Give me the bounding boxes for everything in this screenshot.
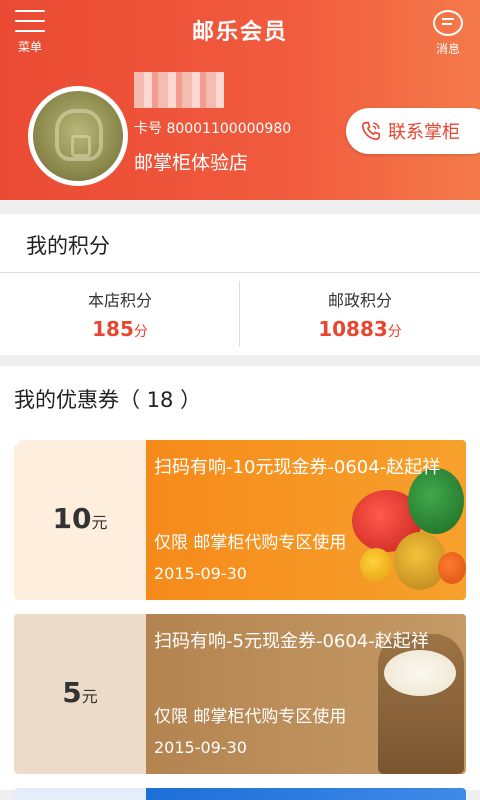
coupon-expiry: 2015-09-30: [154, 564, 247, 583]
contact-owner-button[interactable]: 联系掌柜: [346, 108, 480, 154]
postal-points-unit: 分: [387, 324, 402, 340]
apple-image: [438, 552, 466, 584]
coupon-limit: 仅限 邮掌柜代购专区使用: [154, 707, 347, 727]
coupon-card[interactable]: 10元 扫码有响-10元现金券-0604-赵起祥 仅限 邮掌柜代购专区使用 20…: [14, 440, 466, 600]
avatar[interactable]: [28, 86, 128, 186]
rice-image: [384, 650, 456, 696]
coupon-unit: 元: [81, 687, 98, 706]
shop-name: 邮掌柜体验店: [134, 152, 249, 174]
message-label: 消息: [435, 42, 460, 56]
points-summary: 本店积分 185分 邮政积分 10883分: [0, 273, 480, 355]
store-points-unit: 分: [133, 324, 148, 340]
orange-image: [360, 548, 392, 582]
coupon-card-partial[interactable]: [14, 788, 466, 800]
blurred-member-name: [134, 72, 224, 108]
coupon-amount: 10: [52, 502, 92, 535]
store-points[interactable]: 本店积分 185分: [0, 273, 240, 355]
postal-points[interactable]: 邮政积分 10883分: [240, 273, 480, 355]
postal-points-value: 10883: [318, 317, 388, 341]
store-points-value: 185: [92, 317, 134, 341]
page-title: 邮乐会员: [191, 20, 288, 45]
member-header: 菜单 邮乐会员 消息 卡号 80001100000980 邮掌柜体验店 联系掌柜: [0, 0, 480, 200]
contact-owner-label: 联系掌柜: [388, 122, 460, 143]
store-points-label: 本店积分: [87, 291, 152, 310]
coupon-unit: 元: [91, 513, 108, 532]
message-button[interactable]: 消息: [428, 8, 468, 56]
card-number: 卡号 80001100000980: [134, 121, 292, 137]
phone-icon: [361, 121, 381, 141]
chat-bubble-icon: [433, 10, 463, 36]
coupons-section-title: 我的优惠券（ 18 ）: [14, 388, 202, 412]
coupon-title: 扫码有响-5元现金券-0604-赵起祥: [154, 631, 429, 652]
coupon-card[interactable]: 5元 扫码有响-5元现金券-0604-赵起祥 仅限 邮掌柜代购专区使用 2015…: [14, 614, 466, 774]
coupon-info-panel: 扫码有响-10元现金券-0604-赵起祥 仅限 邮掌柜代购专区使用 2015-0…: [146, 440, 466, 600]
points-section-title: 我的积分: [0, 214, 480, 272]
postal-points-label: 邮政积分: [327, 291, 392, 310]
coupon-expiry: 2015-09-30: [154, 738, 247, 757]
coupon-amount-panel: 5元: [14, 614, 146, 774]
coupon-amount-panel: 10元: [14, 440, 146, 600]
coupon-info-panel: 扫码有响-5元现金券-0604-赵起祥 仅限 邮掌柜代购专区使用 2015-09…: [146, 614, 466, 774]
coupon-amount: 5: [62, 676, 82, 709]
coupon-title: 扫码有响-10元现金券-0604-赵起祥: [154, 457, 441, 478]
coupon-limit: 仅限 邮掌柜代购专区使用: [154, 533, 347, 553]
